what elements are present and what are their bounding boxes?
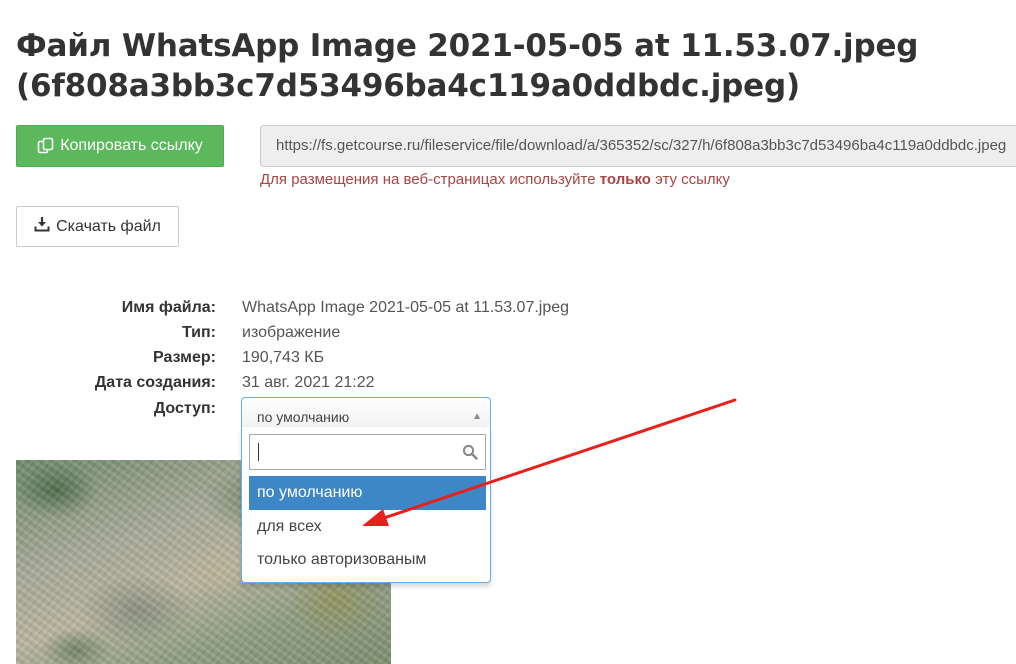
type-value: изображение (242, 324, 341, 341)
access-dropdown: по умолчанию для всех только авторизован… (241, 427, 491, 583)
info-row-type: Тип: изображение (0, 322, 700, 344)
access-select-value: по умолчанию (257, 409, 350, 425)
file-url-field[interactable]: https://fs.getcourse.ru/fileservice/file… (260, 125, 1016, 167)
download-file-label: Скачать файл (56, 217, 161, 235)
search-icon (462, 444, 478, 465)
created-value: 31 авг. 2021 21:22 (242, 374, 375, 391)
access-option-default[interactable]: по умолчанию (249, 476, 486, 510)
copy-link-button[interactable]: Копировать ссылку (16, 125, 224, 167)
access-option-everyone[interactable]: для всех (249, 510, 486, 544)
size-value: 190,743 КБ (242, 349, 325, 366)
page-title-filename: Файл WhatsApp Image 2021-05-05 at 11.53.… (16, 28, 919, 64)
download-file-button[interactable]: Скачать файл (16, 206, 179, 247)
url-usage-hint: Для размещения на веб-страницах использу… (260, 171, 730, 188)
type-label: Тип: (182, 324, 216, 341)
page-title: Файл WhatsApp Image 2021-05-05 at 11.53.… (16, 26, 1006, 106)
info-row-created: Дата создания: 31 авг. 2021 21:22 (0, 372, 700, 394)
hint-text-bold: только (599, 171, 651, 188)
filename-value: WhatsApp Image 2021-05-05 at 11.53.07.jp… (242, 299, 570, 316)
filename-label: Имя файла: (121, 299, 216, 316)
info-row-size: Размер: 190,743 КБ (0, 347, 700, 369)
copy-icon (37, 137, 55, 155)
page-title-hash: (6f808a3bb3c7d53496ba4c119a0ddbdc.jpeg) (16, 68, 800, 104)
access-search-box[interactable] (249, 434, 486, 470)
access-search-input[interactable] (250, 435, 460, 469)
hint-text-end: эту ссылку (650, 171, 730, 188)
download-icon (34, 216, 50, 237)
info-row-filename: Имя файла: WhatsApp Image 2021-05-05 at … (0, 297, 700, 319)
access-option-authorized[interactable]: только авторизованым (249, 543, 486, 577)
created-label: Дата создания: (94, 374, 216, 391)
access-label: Доступ: (153, 400, 216, 417)
text-cursor (258, 443, 259, 461)
size-label: Размер: (153, 349, 216, 366)
copy-link-label: Копировать ссылку (60, 137, 203, 154)
hint-text-start: Для размещения на веб-страницах использу… (260, 171, 600, 188)
